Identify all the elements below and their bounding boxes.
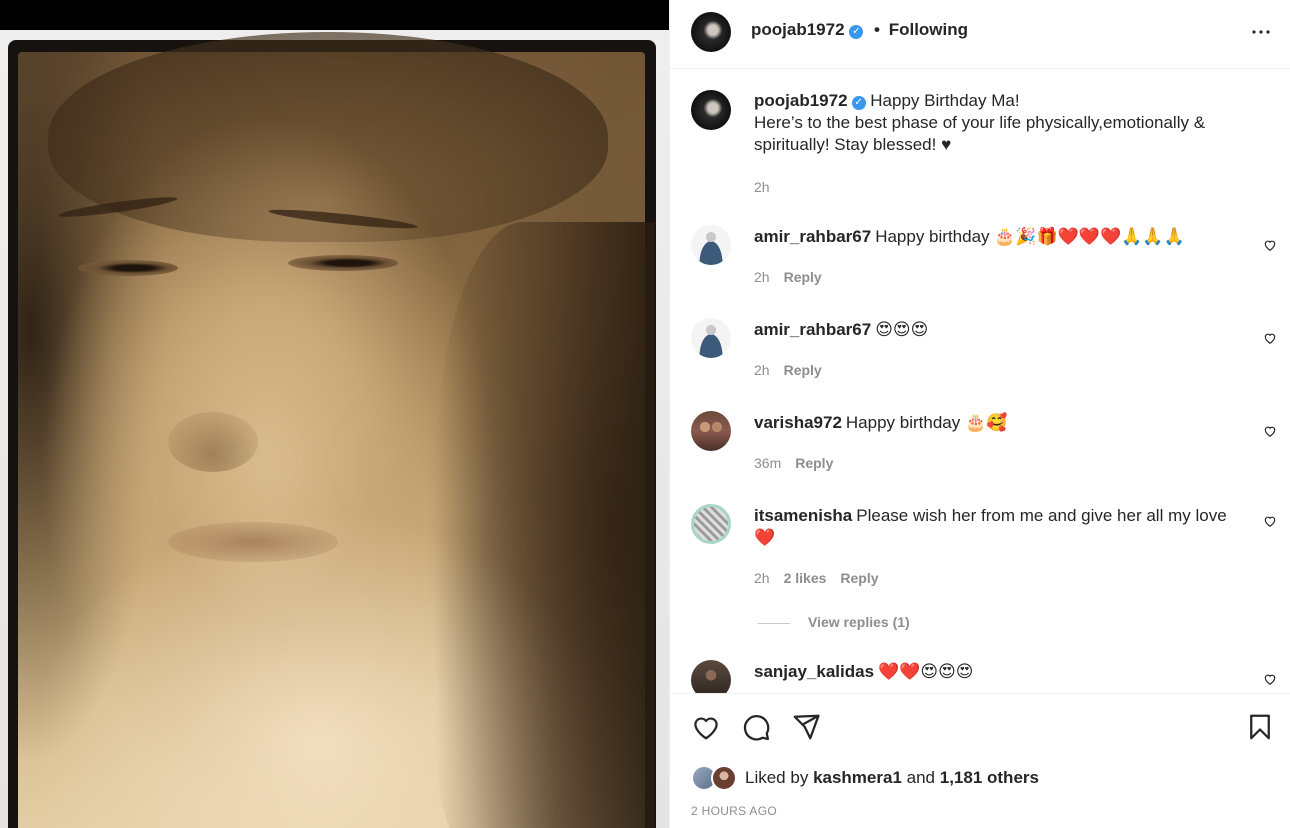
comments-list[interactable]: poojab1972 ✓ Happy Birthday Ma! Here’s to… bbox=[670, 70, 1290, 693]
replies-line-divider bbox=[758, 622, 790, 624]
reply-button[interactable]: Reply bbox=[784, 269, 822, 285]
comment-time: 2h bbox=[754, 570, 770, 586]
post-time-ago: 2 HOURS AGO bbox=[691, 804, 777, 818]
comment-meta: 2h 2 likes Reply bbox=[754, 570, 879, 586]
caption-text: poojab1972 ✓ Happy Birthday Ma! Here’s to… bbox=[754, 90, 1231, 156]
comment-time: 36m bbox=[754, 455, 782, 471]
verified-badge-icon: ✓ bbox=[851, 96, 866, 110]
reply-button[interactable]: Reply bbox=[795, 455, 833, 471]
post-modal: poojab1972 ✓ • Following poojab1972 ✓ Hap… bbox=[0, 0, 1290, 828]
commenter-avatar[interactable] bbox=[691, 504, 731, 544]
comment-time: 2h bbox=[754, 269, 770, 285]
and-label: and bbox=[906, 768, 936, 787]
author-username[interactable]: poojab1972 bbox=[751, 20, 845, 39]
comment-row: itsamenisha Please wish her from me and g… bbox=[670, 504, 1290, 634]
photo-eye-right bbox=[288, 255, 398, 271]
commenter-username[interactable]: varisha972 bbox=[754, 413, 842, 432]
liked-by-label: Liked by bbox=[745, 768, 809, 787]
likes-text: Liked by kashmera1 and 1,181 others bbox=[745, 768, 1039, 788]
like-comment-heart-icon[interactable] bbox=[1263, 331, 1277, 345]
like-comment-heart-icon[interactable] bbox=[1263, 672, 1277, 686]
comment-meta: 36m Reply bbox=[754, 455, 833, 471]
comment-text: amir_rahbar67 Happy birthday 🎂🎉🎁❤️❤️❤️🙏🙏🙏 bbox=[754, 226, 1241, 248]
comment-text: sanjay_kalidas ❤️❤️😍😍😍 bbox=[754, 661, 1241, 683]
photo-nose bbox=[168, 412, 258, 472]
commenter-username[interactable]: amir_rahbar67 bbox=[754, 227, 871, 246]
comment-meta: 2h Reply bbox=[754, 269, 822, 285]
view-replies-button[interactable]: View replies (1) bbox=[758, 614, 910, 630]
comment-time: 2h bbox=[754, 362, 770, 378]
caption-line-1: Happy Birthday Ma! bbox=[870, 91, 1020, 110]
comment-body: ❤️❤️😍😍😍 bbox=[878, 662, 974, 681]
commenter-username[interactable]: sanjay_kalidas bbox=[754, 662, 874, 681]
share-send-icon[interactable] bbox=[791, 712, 821, 742]
author-avatar[interactable] bbox=[691, 12, 731, 52]
photo-hair-right bbox=[435, 222, 655, 828]
photo-hair bbox=[48, 32, 608, 242]
comment-text: itsamenisha Please wish her from me and g… bbox=[754, 505, 1241, 549]
reply-button[interactable]: Reply bbox=[840, 570, 878, 586]
more-horizontal-icon bbox=[1252, 30, 1270, 34]
caption-author-avatar[interactable] bbox=[691, 90, 731, 130]
commenter-avatar[interactable] bbox=[691, 660, 731, 693]
commenter-username[interactable]: itsamenisha bbox=[754, 506, 852, 525]
like-comment-heart-icon[interactable] bbox=[1263, 514, 1277, 528]
like-comment-heart-icon[interactable] bbox=[1263, 424, 1277, 438]
caption-author-username[interactable]: poojab1972 bbox=[754, 91, 848, 110]
like-heart-icon[interactable] bbox=[691, 712, 721, 742]
comment-text: amir_rahbar67 😍😍😍 bbox=[754, 319, 1241, 341]
photo-lips bbox=[168, 522, 338, 562]
comment-meta: 2h Reply bbox=[754, 362, 822, 378]
caption-time: 2h bbox=[754, 179, 770, 195]
photo-eye-left bbox=[78, 260, 178, 276]
comment-body: Happy birthday 🎂🥰 bbox=[845, 413, 1008, 432]
follow-status-button[interactable]: Following bbox=[889, 20, 968, 39]
post-actions: Liked by kashmera1 and 1,181 others 2 HO… bbox=[670, 693, 1290, 828]
bookmark-save-icon[interactable] bbox=[1245, 712, 1275, 742]
verified-badge-icon: ✓ bbox=[849, 25, 864, 39]
comment-row: varisha972 Happy birthday 🎂🥰 36m Reply bbox=[670, 411, 1290, 481]
comment-row: sanjay_kalidas ❤️❤️😍😍😍 bbox=[670, 660, 1290, 693]
liker-username[interactable]: kashmera1 bbox=[813, 768, 902, 787]
comment-bubble-icon[interactable] bbox=[741, 712, 771, 742]
comment-body: 😍😍😍 bbox=[875, 320, 929, 339]
separator-dot: • bbox=[874, 20, 880, 39]
comment-body: Happy birthday 🎂🎉🎁❤️❤️❤️🙏🙏🙏 bbox=[875, 227, 1185, 246]
reply-button[interactable]: Reply bbox=[784, 362, 822, 378]
liker-avatar[interactable] bbox=[711, 765, 737, 791]
more-options-icon[interactable] bbox=[1249, 20, 1273, 44]
header-user: poojab1972 ✓ • Following bbox=[751, 20, 968, 40]
commenter-avatar[interactable] bbox=[691, 411, 731, 451]
post-media[interactable] bbox=[0, 0, 669, 828]
post-photo[interactable] bbox=[18, 32, 655, 828]
like-comment-heart-icon[interactable] bbox=[1263, 238, 1277, 252]
post-header: poojab1972 ✓ • Following bbox=[670, 0, 1290, 69]
commenter-avatar[interactable] bbox=[691, 225, 731, 265]
caption: poojab1972 ✓ Happy Birthday Ma! Here’s to… bbox=[670, 88, 1290, 198]
post-side-panel: poojab1972 ✓ • Following poojab1972 ✓ Hap… bbox=[669, 0, 1290, 828]
view-replies-label: View replies (1) bbox=[808, 614, 910, 630]
comment-text: varisha972 Happy birthday 🎂🥰 bbox=[754, 412, 1241, 434]
comment-row: amir_rahbar67 😍😍😍 2h Reply bbox=[670, 318, 1290, 388]
commenter-username[interactable]: amir_rahbar67 bbox=[754, 320, 871, 339]
commenter-avatar[interactable] bbox=[691, 318, 731, 358]
comment-row: amir_rahbar67 Happy birthday 🎂🎉🎁❤️❤️❤️🙏🙏🙏… bbox=[670, 225, 1290, 295]
likes-count-button[interactable]: 1,181 others bbox=[940, 768, 1039, 787]
caption-line-2: Here’s to the best phase of your life ph… bbox=[754, 113, 1206, 154]
comment-likes-button[interactable]: 2 likes bbox=[784, 570, 827, 586]
